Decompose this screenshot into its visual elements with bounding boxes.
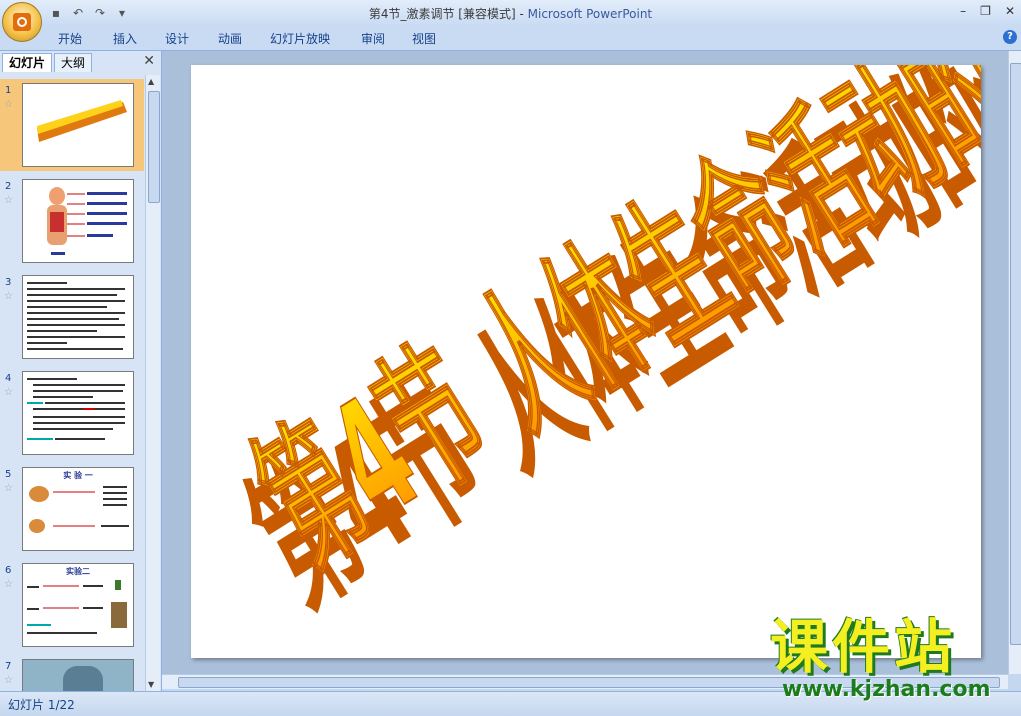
slides-panel: 幻灯片 大纲 ✕ 1 ☆ 2 ☆ 3 ☆ 4 ☆ 5 ☆ 实 验 一 6 ☆ 实… [0, 51, 162, 691]
tab-design[interactable]: 设计 [165, 30, 189, 47]
thumbnail-item[interactable]: 6 ☆ 实验二 [0, 559, 144, 651]
scroll-up-icon[interactable]: ▲ [148, 77, 154, 86]
tab-home[interactable]: 开始 [58, 30, 82, 47]
animation-star-icon: ☆ [4, 483, 13, 494]
watermark-url: www.kjzhan.com [782, 677, 991, 702]
thumbnail-item[interactable]: 1 ☆ [0, 79, 144, 171]
animation-star-icon: ☆ [4, 195, 13, 206]
thumbnail-preview [22, 659, 134, 691]
tab-animations[interactable]: 动画 [218, 30, 242, 47]
ribbon-tabs: 开始 插入 设计 动画 幻灯片放映 审阅 视图 ? [0, 26, 1021, 51]
animation-star-icon: ☆ [4, 291, 13, 302]
thumbnail-number: 6 [5, 565, 12, 576]
thumbnail-photo [63, 666, 103, 691]
slide-indicator: 幻灯片 1/22 [8, 698, 75, 712]
animation-star-icon: ☆ [4, 675, 13, 686]
thumbnail-preview [22, 179, 134, 263]
tab-review[interactable]: 审阅 [361, 30, 385, 47]
thumbnail-item[interactable]: 3 ☆ [0, 271, 144, 363]
panel-tabs: 幻灯片 大纲 ✕ [0, 51, 161, 73]
close-button[interactable]: ✕ [1005, 4, 1015, 18]
thumbnail-experiment-diagram [27, 580, 127, 634]
scrollbar-thumb[interactable] [148, 91, 160, 203]
help-icon[interactable]: ? [1003, 30, 1017, 44]
window-controls: – ❐ ✕ [960, 4, 1015, 18]
thumbnail-experiment-diagram [29, 486, 129, 533]
title-bar: ▪ ↶ ↷ ▾ 第4节_激素调节 [兼容模式] - Microsoft Powe… [0, 0, 1021, 26]
animation-star-icon: ☆ [4, 99, 13, 110]
office-button[interactable] [2, 2, 42, 42]
slide-title-art: 第4节 人体生命活动的激素调节 第4节 人体生命活动的激素调节 [223, 65, 981, 638]
thumbnail-preview: 实 验 一 [22, 467, 134, 551]
animation-star-icon: ☆ [4, 579, 13, 590]
thumbnail-title-art [37, 100, 127, 142]
thumbnail-number: 5 [5, 469, 12, 480]
app-name: Microsoft PowerPoint [527, 7, 653, 21]
thumbnail-number: 7 [5, 661, 12, 672]
tab-outline[interactable]: 大纲 [54, 53, 93, 72]
thumbnail-body-diagram [47, 187, 127, 255]
thumbnail-number: 4 [5, 373, 12, 384]
thumbnail-number: 2 [5, 181, 12, 192]
thumbnail-text-lines [27, 282, 125, 350]
thumbnail-item[interactable]: 7 ☆ [0, 655, 144, 691]
slide-vertical-scrollbar[interactable] [1008, 51, 1021, 674]
office-logo-icon [13, 13, 31, 31]
tab-view[interactable]: 视图 [412, 30, 436, 47]
watermark-title: 课件站 [770, 613, 957, 681]
thumbnail-preview [22, 371, 134, 455]
thumbnail-preview [22, 275, 134, 359]
minimize-button[interactable]: – [960, 4, 966, 18]
document-title: 第4节_激素调节 [兼容模式] - [368, 7, 528, 21]
scrollbar-thumb[interactable] [1010, 63, 1021, 645]
slide-title: 第4节 人体生命活动的激素调节 [229, 65, 981, 598]
thumbnail-number: 3 [5, 277, 12, 288]
thumbnail-item[interactable]: 5 ☆ 实 验 一 [0, 463, 144, 555]
window-title: 第4节_激素调节 [兼容模式] - Microsoft PowerPoint [0, 5, 1021, 22]
thumbnail-scrollbar[interactable]: ▲ ▼ [145, 75, 160, 691]
thumbnail-preview: 实验二 [22, 563, 134, 647]
thumbnail-item[interactable]: 2 ☆ [0, 175, 144, 267]
tab-slideshow[interactable]: 幻灯片放映 [270, 30, 330, 47]
watermark: 课件站 www.kjzhan.com [770, 616, 1010, 702]
thumbnail-preview [22, 83, 134, 167]
animation-star-icon: ☆ [4, 387, 13, 398]
scroll-down-icon[interactable]: ▼ [148, 680, 154, 689]
tab-insert[interactable]: 插入 [113, 30, 137, 47]
slide-canvas[interactable]: 第4节 人体生命活动的激素调节 第4节 人体生命活动的激素调节 [191, 65, 981, 658]
tab-slides[interactable]: 幻灯片 [2, 53, 53, 72]
thumbnail-list: 1 ☆ 2 ☆ 3 ☆ 4 ☆ 5 ☆ 实 验 一 6 ☆ 实验二 7 ☆ [0, 75, 144, 691]
thumbnail-item[interactable]: 4 ☆ [0, 367, 144, 459]
panel-close-icon[interactable]: ✕ [143, 53, 155, 69]
slide-edit-area: 第4节 人体生命活动的激素调节 第4节 人体生命活动的激素调节 [162, 51, 1008, 674]
thumbnail-text-lines [27, 378, 125, 440]
restore-button[interactable]: ❐ [980, 4, 991, 18]
thumbnail-number: 1 [5, 85, 12, 96]
